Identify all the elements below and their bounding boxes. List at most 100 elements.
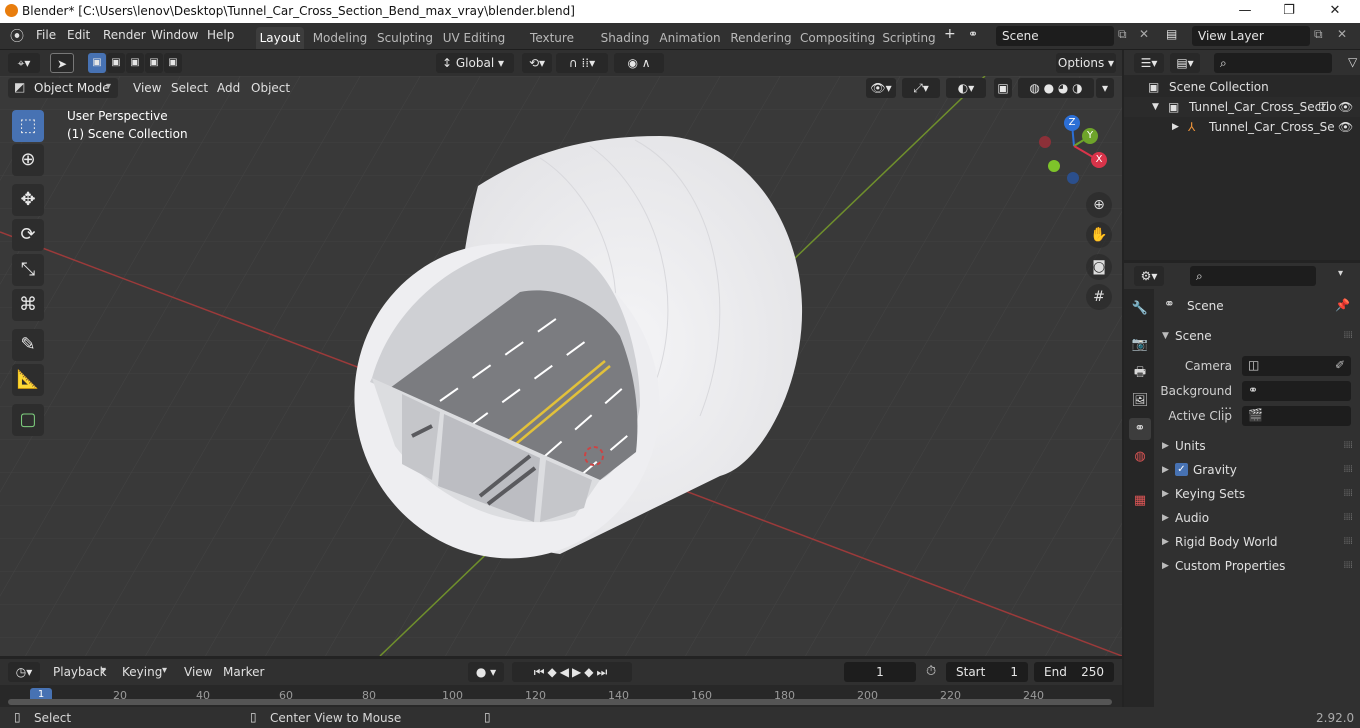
transform-orientation-dropdown[interactable]: ↕ Global ▾: [436, 53, 514, 73]
panel-scene[interactable]: ▼ Scene ⁞⁞⁞⁞: [1158, 325, 1356, 347]
tab-texture-paint[interactable]: Texture Paint: [514, 27, 590, 67]
select-invert-icon[interactable]: ▣: [145, 53, 163, 73]
tab-sculpting[interactable]: Sculpting: [376, 27, 434, 49]
view-layer-tab-icon[interactable]: 🖼: [1129, 390, 1151, 412]
drag-grip-icon[interactable]: ⁞⁞⁞⁞: [1343, 507, 1353, 529]
tab-modeling[interactable]: Modeling: [310, 27, 370, 49]
editor-type-button[interactable]: ⌖▾: [8, 53, 40, 73]
outliner-row-collection[interactable]: ▼ ▣ Tunnel_Car_Cross_Sectio ☑ 👁: [1124, 97, 1360, 117]
gravity-checkbox[interactable]: ✓: [1175, 463, 1188, 476]
camera-field[interactable]: ◫ ✐: [1242, 356, 1351, 376]
scale-icon[interactable]: ⤡: [12, 254, 44, 286]
texture-tab-icon[interactable]: ▦: [1129, 490, 1151, 512]
select-tool-icon[interactable]: ➤: [50, 53, 74, 73]
copy-scene-icon[interactable]: ⧉: [1118, 27, 1127, 42]
pivot-point-icon[interactable]: ⟲▾: [522, 53, 552, 73]
panel-rigid-body-world[interactable]: ▶ Rigid Body World ⁞⁞⁞⁞: [1158, 531, 1356, 553]
timeline-menu-playback[interactable]: Playback: [53, 665, 107, 679]
outliner-row-object[interactable]: ▶ ⅄ Tunnel_Car_Cross_Se 👁: [1124, 117, 1360, 137]
tab-compositing[interactable]: Compositing: [800, 27, 875, 49]
timeline-track[interactable]: 1 20 40 60 80 100 120 140 160 180 200 22…: [0, 685, 1122, 707]
record-icon[interactable]: ● ▾: [468, 662, 504, 682]
pin-icon[interactable]: 📌: [1335, 298, 1350, 312]
expand-arrow-icon[interactable]: ▶: [1172, 117, 1179, 137]
select-new-icon[interactable]: ▣: [88, 53, 106, 73]
zoom-icon[interactable]: ⊕: [1086, 192, 1112, 218]
panel-keying-sets[interactable]: ▶ Keying Sets ⁞⁞⁞⁞: [1158, 483, 1356, 505]
tool-tab-icon[interactable]: 🔧: [1129, 298, 1151, 320]
measure-icon[interactable]: 📐: [12, 364, 44, 396]
scene-tab-icon[interactable]: ⚭: [1129, 418, 1151, 440]
display-mode-icon[interactable]: ▤▾: [1170, 53, 1200, 73]
snap-icon[interactable]: ∩ ⁞⁞▾: [556, 53, 608, 73]
outliner-row-scene-collection[interactable]: ▣ Scene Collection: [1124, 77, 1360, 97]
overlay-toggle-icon[interactable]: ◐▾: [946, 78, 986, 98]
panel-custom-properties[interactable]: ▶ Custom Properties ⁞⁞⁞⁞: [1158, 555, 1356, 577]
timeline-menu-keying[interactable]: Keying: [122, 665, 162, 679]
timeline-menu-marker[interactable]: Marker: [223, 665, 264, 679]
playback-controls[interactable]: ⏮◆◀▶◆⏭: [512, 662, 632, 682]
background-field[interactable]: ⚭: [1242, 381, 1351, 401]
timeline-scrollbar[interactable]: [8, 699, 1112, 705]
checkbox-icon[interactable]: ☑: [1318, 97, 1329, 117]
tab-scripting[interactable]: Scripting: [880, 27, 938, 49]
panel-audio[interactable]: ▶ Audio ⁞⁞⁞⁞: [1158, 507, 1356, 529]
annotate-icon[interactable]: ✎: [12, 329, 44, 361]
drag-grip-icon[interactable]: ⁞⁞⁞⁞: [1343, 555, 1353, 577]
add-workspace-icon[interactable]: +: [944, 26, 956, 42]
tab-layout[interactable]: Layout: [256, 27, 304, 49]
timeline-editor-type-icon[interactable]: ◷▾: [8, 662, 40, 682]
eye-icon[interactable]: 👁: [1338, 117, 1353, 137]
panel-gravity[interactable]: ▶ ✓ Gravity ⁞⁞⁞⁞: [1158, 459, 1356, 481]
copy-view-layer-icon[interactable]: ⧉: [1314, 27, 1323, 42]
mode-dropdown[interactable]: ◩ Object Mode ▾: [8, 78, 118, 98]
menu-help[interactable]: Help: [207, 28, 234, 42]
transform-icon[interactable]: ⌘: [12, 289, 44, 321]
render-tab-icon[interactable]: 📷: [1129, 334, 1151, 356]
panel-units[interactable]: ▶ Units ⁞⁞⁞⁞: [1158, 435, 1356, 457]
menu-render[interactable]: Render: [103, 28, 146, 42]
properties-search-input[interactable]: ⌕: [1190, 266, 1316, 286]
select-intersect-icon[interactable]: ▣: [164, 53, 182, 73]
output-tab-icon[interactable]: 🖶: [1129, 362, 1151, 384]
eye-icon[interactable]: 👁: [1338, 97, 1353, 117]
select-box-icon[interactable]: ⬚: [12, 110, 44, 142]
delete-view-layer-icon[interactable]: ✕: [1337, 27, 1347, 41]
gizmo-toggle-icon[interactable]: ⤢▾: [902, 78, 940, 98]
gizmo-y[interactable]: Y: [1082, 128, 1098, 144]
visibility-icon[interactable]: 👁▾: [866, 78, 896, 98]
shading-options-icon[interactable]: ▾: [1096, 78, 1114, 98]
blender-menu-icon[interactable]: ⦿: [10, 26, 24, 46]
active-clip-field[interactable]: 🎬: [1242, 406, 1351, 426]
select-extend-icon[interactable]: ▣: [107, 53, 125, 73]
tab-animation[interactable]: Animation: [658, 27, 722, 49]
view-layer-selector[interactable]: View Layer: [1192, 26, 1310, 46]
drag-grip-icon[interactable]: ⁞⁞⁞⁞: [1343, 483, 1353, 505]
end-frame-field[interactable]: End 250: [1034, 662, 1114, 682]
outliner-search-input[interactable]: ⌕: [1214, 53, 1332, 73]
menu-file[interactable]: File: [36, 28, 56, 42]
world-tab-icon[interactable]: ◍: [1129, 446, 1151, 468]
drag-grip-icon[interactable]: ⁞⁞⁞⁞: [1343, 531, 1353, 553]
properties-editor-type-icon[interactable]: ⚙▾: [1134, 266, 1164, 286]
tab-shading[interactable]: Shading: [598, 27, 652, 49]
minimize-button[interactable]: —: [1222, 0, 1268, 23]
menu-edit[interactable]: Edit: [67, 28, 90, 42]
drag-grip-icon[interactable]: ⁞⁞⁞⁞: [1343, 325, 1353, 347]
viewport-menu-select[interactable]: Select: [171, 81, 208, 95]
tab-uv-editing[interactable]: UV Editing: [442, 27, 506, 49]
delete-scene-icon[interactable]: ✕: [1139, 27, 1149, 41]
drag-grip-icon[interactable]: ⁞⁞⁞⁞: [1343, 435, 1353, 457]
filter-icon[interactable]: ▽: [1348, 55, 1357, 69]
gizmo-x[interactable]: X: [1091, 152, 1107, 168]
options-dropdown[interactable]: Options ▾: [1056, 53, 1116, 73]
tab-rendering[interactable]: Rendering: [730, 27, 792, 49]
shading-modes[interactable]: ◍ ● ◕ ◑: [1018, 78, 1094, 98]
viewport-menu-view[interactable]: View: [133, 81, 161, 95]
current-frame-field[interactable]: 1: [844, 662, 916, 682]
pan-hand-icon[interactable]: ✋: [1086, 222, 1112, 248]
viewport-menu-object[interactable]: Object: [251, 81, 290, 95]
3d-viewport[interactable]: User Perspective (1) Scene Collection Z …: [0, 76, 1122, 656]
rotate-icon[interactable]: ⟳: [12, 219, 44, 251]
menu-window[interactable]: Window: [151, 28, 198, 42]
